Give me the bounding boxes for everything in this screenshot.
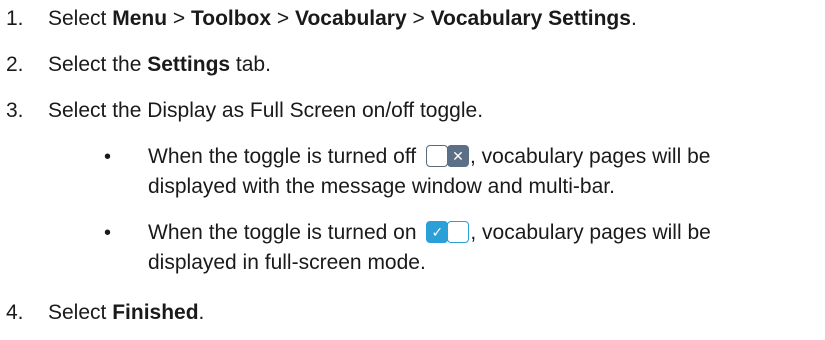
step-suffix: . bbox=[630, 7, 637, 30]
step-prefix: Select bbox=[48, 301, 113, 324]
step-text: Select Finished. bbox=[48, 298, 204, 328]
bullet-text-line-1: When the toggle is turned on ✓ , vocabula… bbox=[148, 218, 711, 248]
step-suffix: . bbox=[198, 301, 205, 324]
step-number: 4. bbox=[6, 301, 24, 324]
toolbox-term: Toolbox bbox=[190, 7, 272, 30]
step-number: 3. bbox=[6, 99, 24, 122]
bullet-text-before: When the toggle is turned off bbox=[148, 145, 422, 168]
path-separator: > bbox=[167, 7, 191, 30]
bullet-text-line-2: displayed with the message window and mu… bbox=[148, 175, 615, 198]
path-separator: > bbox=[271, 7, 295, 30]
step-number: 1. bbox=[6, 7, 24, 30]
step-number: 2. bbox=[6, 53, 24, 76]
toggle-box bbox=[425, 145, 448, 167]
instructions-document: 1. Select Menu > Toolbox > Vocabulary > … bbox=[0, 0, 825, 340]
finished-term: Finished bbox=[112, 301, 199, 324]
settings-term: Settings bbox=[147, 53, 231, 76]
step-suffix: tab. bbox=[230, 53, 271, 76]
toggle-off-icon: ✕ bbox=[425, 145, 469, 167]
bullet-icon: • bbox=[104, 222, 112, 244]
toggle-on-icon: ✓ bbox=[426, 221, 470, 243]
step-text: Select the Settings tab. bbox=[48, 50, 271, 80]
path-separator: > bbox=[406, 7, 431, 30]
vocabulary-settings-term: Vocabulary Settings bbox=[430, 7, 631, 30]
step-prefix: Select the bbox=[48, 53, 148, 76]
bullet-text-before: When the toggle is turned on bbox=[148, 221, 423, 244]
close-icon: ✕ bbox=[446, 145, 469, 167]
menu-term: Menu bbox=[112, 7, 168, 30]
checkmark-icon: ✓ bbox=[426, 221, 449, 243]
step-text: Select Menu > Toolbox > Vocabulary > Voc… bbox=[48, 4, 637, 34]
vocabulary-term: Vocabulary bbox=[295, 7, 407, 30]
bullet-text-line-2: displayed in full-screen mode. bbox=[148, 251, 426, 274]
step-text: Select the Display as Full Screen on/off… bbox=[48, 99, 484, 122]
step-prefix: Select bbox=[48, 7, 113, 30]
bullet-icon: • bbox=[104, 146, 112, 168]
bullet-text-line-1: When the toggle is turned off ✕, vocabul… bbox=[148, 142, 710, 172]
bullet-text-after: , vocabulary pages will be bbox=[469, 145, 711, 168]
bullet-text-after: , vocabulary pages will be bbox=[470, 221, 711, 244]
toggle-box bbox=[447, 221, 470, 243]
